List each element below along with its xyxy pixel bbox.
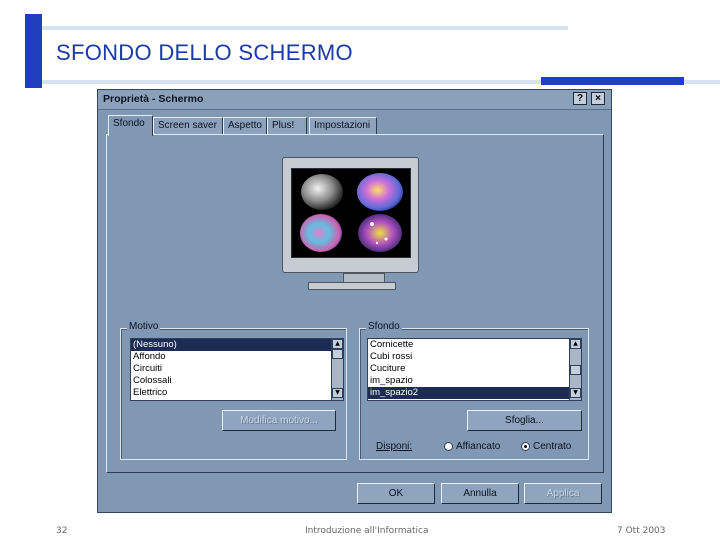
display-properties-dialog: Proprietà - Schermo ? × Sfondo Screen sa… — [97, 89, 612, 513]
decor-line-middle — [42, 80, 542, 84]
monitor-stand-base — [308, 282, 396, 290]
dialog-titlebar[interactable]: Proprietà - Schermo ? × — [98, 90, 611, 110]
motivo-listbox[interactable]: (Nessuno) Affondo Circuiti Colossali Ele… — [130, 338, 344, 401]
list-item[interactable]: Affondo — [131, 351, 343, 363]
scroll-up-arrow-icon[interactable]: ▲ — [570, 339, 581, 349]
footer-date: 7 Ott 2003 — [617, 526, 666, 536]
decor-line-top — [42, 26, 568, 30]
monitor-screen — [291, 168, 411, 258]
motivo-group-label: Motivo — [127, 321, 161, 332]
footer-course-title: Introduzione all'Informatica — [305, 526, 429, 536]
ok-button[interactable]: OK — [357, 483, 435, 504]
annulla-button[interactable]: Annulla — [441, 483, 519, 504]
sfondo-listbox[interactable]: Cornicette Cubi rossi Cuciture im_spazio… — [367, 338, 582, 401]
scroll-down-arrow-icon[interactable]: ▼ — [332, 388, 343, 398]
list-item[interactable]: im_spazio2 — [368, 387, 581, 399]
tab-aspetto[interactable]: Aspetto — [223, 117, 267, 135]
slide-title: SFONDO DELLO SCHERMO — [56, 40, 353, 65]
centrato-radio[interactable] — [521, 442, 530, 451]
list-item[interactable]: Elettrico — [131, 387, 343, 399]
help-button[interactable]: ? — [573, 92, 587, 105]
list-item[interactable]: im_spazio — [368, 375, 581, 387]
motivo-scrollbar[interactable]: ▲ ▼ — [331, 339, 343, 400]
list-item[interactable]: Cuciture — [368, 363, 581, 375]
tab-screen-saver[interactable]: Screen saver — [153, 117, 223, 135]
scroll-thumb[interactable] — [332, 349, 343, 359]
sfondo-scrollbar[interactable]: ▲ ▼ — [569, 339, 581, 400]
affiancato-radio[interactable] — [444, 442, 453, 451]
wallpaper-preview-image — [300, 173, 403, 252]
list-item[interactable]: Circuiti — [131, 363, 343, 375]
modifica-motivo-button[interactable]: Modifica motivo... — [222, 410, 336, 431]
applica-button[interactable]: Applica — [524, 483, 602, 504]
dialog-title: Proprietà - Schermo — [103, 93, 204, 105]
footer-slide-number: 32 — [56, 526, 68, 536]
sfondo-group-label: Sfondo — [366, 321, 402, 332]
decor-line-right — [684, 80, 720, 84]
close-button[interactable]: × — [591, 92, 605, 105]
tab-sfondo[interactable]: Sfondo — [108, 115, 153, 136]
sfoglia-button[interactable]: Sfoglia... — [467, 410, 582, 431]
list-item[interactable]: (Nessuno) — [131, 339, 343, 351]
disponi-label: Disponi: — [376, 441, 413, 452]
affiancato-label[interactable]: Affiancato — [456, 441, 500, 452]
centrato-label[interactable]: Centrato — [533, 441, 571, 452]
scroll-up-arrow-icon[interactable]: ▲ — [332, 339, 343, 349]
scroll-thumb[interactable] — [570, 365, 581, 375]
title-accent-bar — [25, 14, 42, 88]
list-item[interactable]: Cubi rossi — [368, 351, 581, 363]
monitor-preview — [282, 157, 419, 273]
decor-accent-bar-right — [541, 77, 684, 85]
list-item[interactable]: Colossali — [131, 375, 343, 387]
tab-impostazioni[interactable]: Impostazioni — [309, 117, 377, 135]
tab-plus[interactable]: Plus! — [267, 117, 307, 135]
scroll-down-arrow-icon[interactable]: ▼ — [570, 388, 581, 398]
list-item[interactable]: Cornicette — [368, 339, 581, 351]
